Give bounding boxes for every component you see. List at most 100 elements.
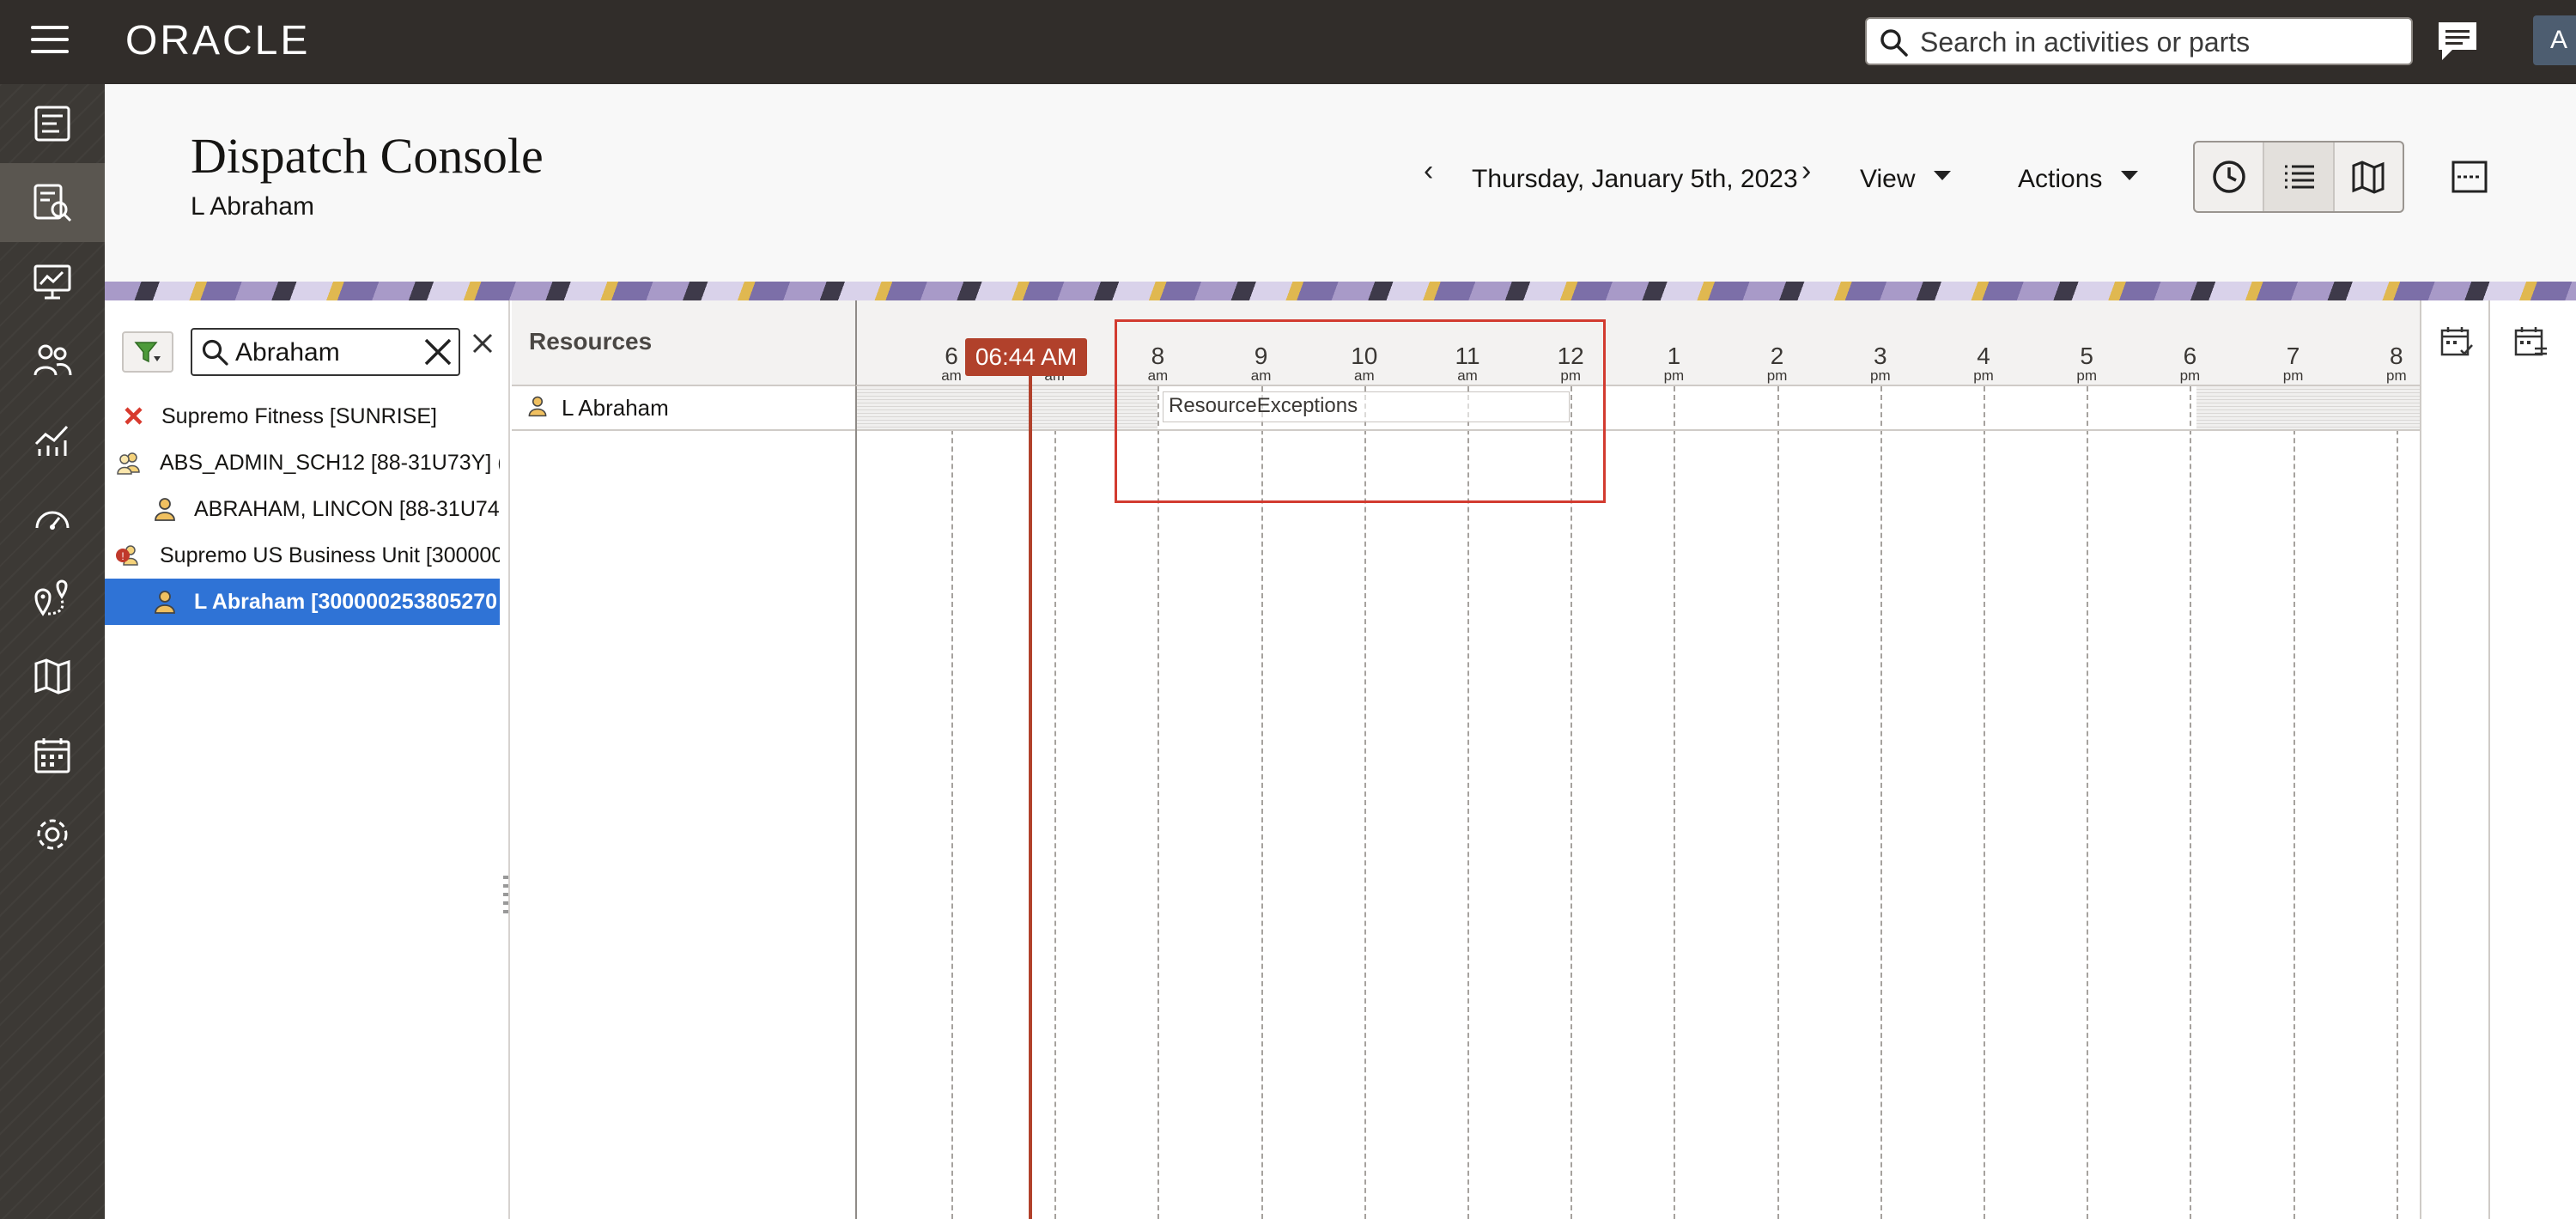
chevron-down-icon — [1934, 170, 1952, 180]
page-subtitle: L Abraham — [191, 192, 314, 221]
tree-search-field[interactable] — [191, 328, 460, 376]
tick-ampm: pm — [2385, 367, 2407, 384]
error-x-icon — [125, 407, 143, 425]
page-title: Dispatch Console — [191, 128, 544, 184]
highlight-annotation — [1115, 319, 1606, 503]
settings-gear-icon[interactable] — [0, 795, 105, 874]
gauge-icon[interactable] — [0, 479, 105, 558]
tree-item-selected[interactable]: L Abraham [300000253805270 — [105, 579, 500, 625]
chevron-down-icon — [2121, 170, 2139, 180]
map-icon[interactable] — [0, 637, 105, 716]
calendar-list-icon[interactable] — [2512, 324, 2549, 361]
resources-body — [512, 433, 855, 1219]
time-view-button[interactable] — [2195, 143, 2265, 211]
chat-icon[interactable] — [2435, 19, 2480, 64]
hour-gridline — [1674, 386, 1676, 1219]
oracle-logo: ORACLE — [125, 18, 311, 64]
map-view-button[interactable] — [2335, 143, 2403, 211]
search-icon — [1880, 29, 1908, 57]
tree-item[interactable]: ABS_ADMIN_SCH12 [88-31U73Y] (0) — [105, 440, 500, 486]
hour-gridline — [1777, 386, 1779, 1219]
current-time-badge: 06:44 AM — [965, 338, 1087, 376]
calendar-icon[interactable] — [0, 716, 105, 795]
tick-hour: 8 — [2390, 343, 2403, 369]
tree-item-label: Supremo Fitness [SUNRISE] — [161, 404, 437, 428]
tree-item-label: ABRAHAM, LINCON [88-31U744] — [194, 497, 500, 521]
tick-hour: 4 — [1977, 343, 1990, 369]
global-search-input[interactable] — [1918, 26, 2399, 58]
tick-ampm: pm — [2179, 367, 2201, 384]
calendar-check-icon[interactable] — [2439, 324, 2475, 361]
hour-gridline — [2190, 386, 2192, 1219]
view-menu-button[interactable]: View — [1860, 165, 1952, 194]
more-options-icon[interactable] — [2451, 160, 2488, 194]
resource-row[interactable]: L Abraham — [512, 386, 855, 431]
row-divider — [857, 429, 2421, 431]
list-icon — [2284, 165, 2314, 189]
hour-gridline — [1054, 386, 1057, 1219]
dashboard-icon[interactable] — [0, 84, 105, 163]
hour-gridline — [1467, 386, 1469, 1219]
tree-item[interactable]: ! Supremo US Business Unit [300000 — [105, 532, 500, 579]
tick-hour: 2 — [1770, 343, 1784, 369]
tree-item[interactable]: Supremo Fitness [SUNRISE] — [105, 393, 500, 440]
analytics-icon[interactable] — [0, 400, 105, 479]
hour-gridline — [1261, 386, 1263, 1219]
right-tool-column — [2490, 300, 2576, 1219]
non-working-time-shade — [2196, 386, 2421, 431]
tick-ampm: pm — [1973, 367, 1994, 384]
next-day-icon[interactable]: › — [1801, 155, 1811, 188]
previous-day-icon[interactable]: ‹ — [1424, 155, 1433, 188]
person-icon — [528, 396, 547, 417]
avatar[interactable]: A — [2533, 15, 2576, 65]
hamburger-menu-icon[interactable] — [31, 26, 69, 55]
panel-resize-handle[interactable] — [503, 876, 508, 915]
org-alert-icon: ! — [116, 545, 138, 566]
hour-gridline — [951, 386, 953, 1219]
tick-ampm: pm — [1766, 367, 1788, 384]
timeline-tick: 6 pm — [2164, 343, 2215, 384]
page-header: Dispatch Console L Abraham ‹ Thursday, J… — [105, 84, 2576, 282]
timeline-tick: 1 pm — [1648, 343, 1699, 384]
global-search[interactable] — [1865, 17, 2413, 65]
svg-text:!: ! — [121, 550, 124, 562]
map-icon — [2352, 161, 2385, 194]
tick-hour: 7 — [2286, 343, 2300, 369]
hour-gridline — [2087, 386, 2089, 1219]
dispatch-console-icon[interactable] — [0, 163, 105, 242]
tick-ampm: pm — [2076, 367, 2097, 384]
person-icon — [155, 498, 175, 521]
list-view-button[interactable] — [2264, 143, 2335, 211]
gantt-area: ResourceExceptions — [855, 343, 2421, 1219]
timeline-header: 6am7am8am9am10am11am12pm1pm2pm3pm4pm5pm6… — [855, 300, 2420, 386]
hour-gridline — [2293, 386, 2295, 1219]
actions-menu-button[interactable]: Actions — [2018, 165, 2139, 194]
tick-ampm: pm — [1869, 367, 1891, 384]
close-panel-icon[interactable] — [471, 331, 495, 355]
view-menu-label: View — [1860, 165, 1916, 193]
tick-hour: 1 — [1667, 343, 1681, 369]
tick-ampm: pm — [1663, 367, 1685, 384]
resources-icon[interactable] — [0, 321, 105, 400]
filter-button[interactable] — [122, 331, 173, 373]
clear-search-icon[interactable] — [422, 337, 453, 367]
decorative-banner — [105, 282, 2576, 300]
tree-item[interactable]: ABRAHAM, LINCON [88-31U744] — [105, 486, 500, 532]
hour-gridline — [1571, 386, 1573, 1219]
tick-hour: 5 — [2080, 343, 2093, 369]
clock-icon — [2212, 161, 2245, 193]
top-bar: ORACLE A — [0, 0, 2576, 84]
current-date[interactable]: Thursday, January 5th, 2023 — [1472, 165, 1798, 194]
search-icon — [202, 339, 228, 366]
view-mode-toggle — [2193, 141, 2404, 213]
resources-header-label: Resources — [529, 328, 653, 355]
tree-search-input[interactable] — [234, 337, 414, 369]
left-navigation — [0, 84, 105, 1219]
routing-icon[interactable] — [0, 558, 105, 637]
group-icon — [117, 452, 140, 475]
presentation-icon[interactable] — [0, 242, 105, 321]
resource-tree-panel: Supremo Fitness [SUNRISE] ABS_ADMIN_SCH1… — [105, 300, 510, 1219]
timeline-tick: 3 pm — [1855, 343, 1906, 384]
hour-gridline — [1364, 386, 1366, 1219]
timeline-tick: 4 pm — [1958, 343, 2009, 384]
